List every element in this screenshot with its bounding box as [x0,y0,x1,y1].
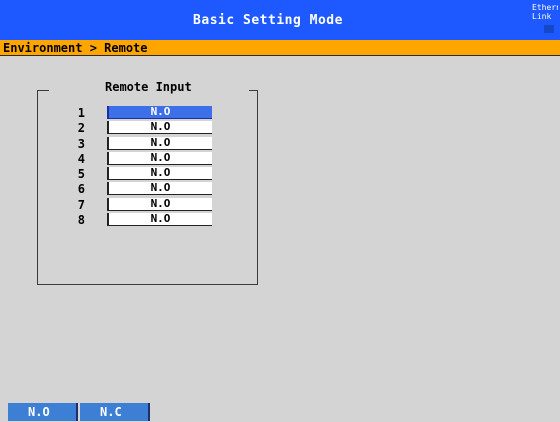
ethernet-status-line2: Link [532,12,552,21]
row-number: 5 [77,167,85,182]
row-number: 6 [77,182,85,197]
remote-input-field-3[interactable]: N.O [107,136,212,150]
softkey-no-button[interactable]: N.O [8,403,78,421]
title-bar: Basic Setting Mode Etherne Link [0,0,560,40]
remote-input-field-7[interactable]: N.O [107,197,212,211]
link-indicator-icon [544,25,554,33]
remote-input-field-8[interactable]: N.O [107,213,212,227]
remote-input-field-6[interactable]: N.O [107,182,212,196]
softkey-bar: N.O N.C [8,403,152,421]
remote-input-field-4[interactable]: N.O [107,151,212,165]
breadcrumb: Environment > Remote [0,40,560,56]
row-number: 3 [77,136,85,151]
row-number: 1 [77,106,85,120]
ethernet-status: Etherne Link [532,3,558,21]
remote-input-field-2[interactable]: N.O [107,121,212,135]
row-number: 4 [77,151,85,166]
remote-input-field-1[interactable]: N.O [107,106,212,119]
row-number: 7 [77,197,85,212]
row-number: 8 [77,213,85,228]
remote-input-field-5[interactable]: N.O [107,167,212,181]
remote-input-label: Remote Input [105,80,192,94]
ethernet-status-line1: Etherne [532,3,558,12]
row-number: 2 [77,121,85,136]
softkey-nc-button[interactable]: N.C [80,403,150,421]
page-title: Basic Setting Mode [193,12,343,28]
